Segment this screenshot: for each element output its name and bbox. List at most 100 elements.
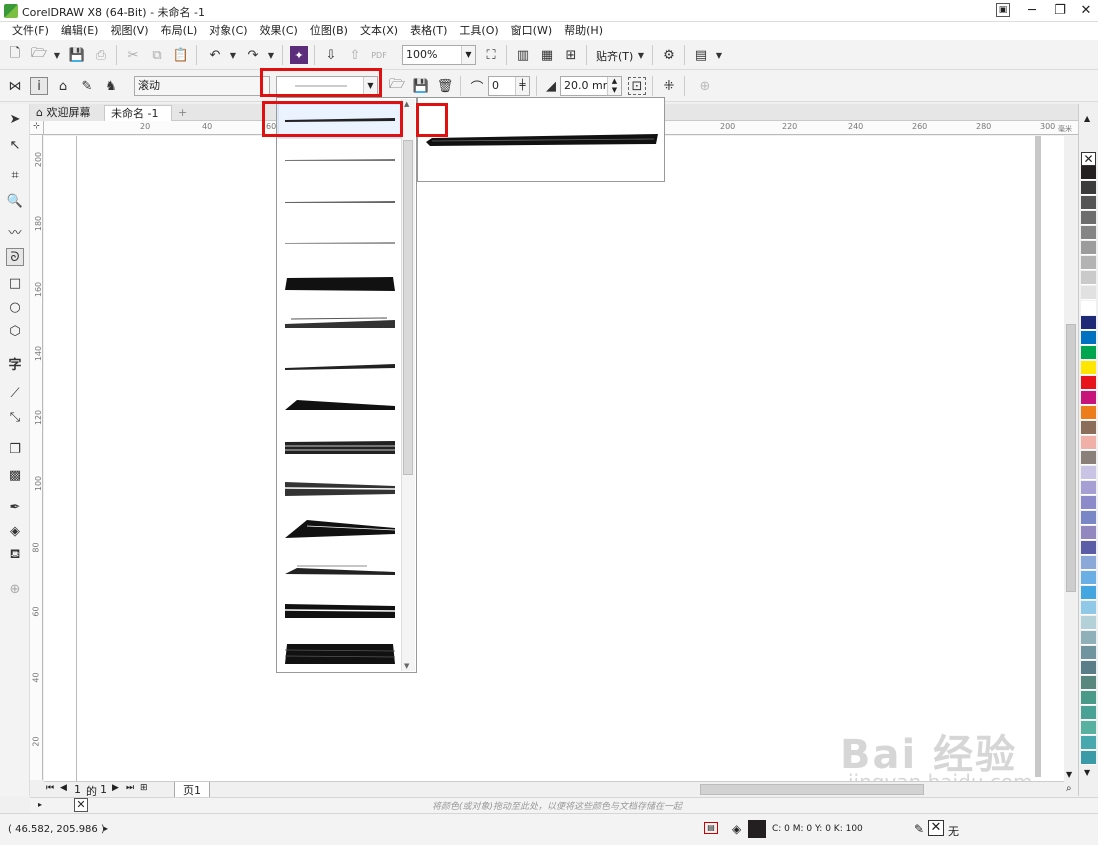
vertical-ruler[interactable]: 200 180 160 140 120 100 80 60 40 20 [30, 135, 43, 780]
color-swatch[interactable] [1081, 601, 1096, 615]
fill-color-swatch[interactable] [748, 820, 766, 838]
tab-document[interactable]: 未命名 -1 [104, 105, 172, 121]
add-tool-icon[interactable]: ⊕ [6, 580, 24, 598]
color-swatch[interactable] [1081, 346, 1096, 360]
drop-shadow-tool-icon[interactable]: ❐ [6, 440, 24, 458]
smoothing-spinner[interactable]: 0 ╪ [488, 76, 530, 96]
save-stroke-icon[interactable]: 💾 [412, 77, 430, 95]
color-swatch[interactable] [1081, 706, 1096, 720]
search-content-icon[interactable]: ✦ [290, 46, 308, 64]
stroke-option-2[interactable] [285, 159, 395, 161]
smart-fill-tool-icon[interactable]: ⛾ [6, 546, 24, 564]
color-swatch[interactable] [1081, 361, 1096, 375]
menu-view[interactable]: 视图(V) [104, 22, 154, 40]
shape-tool-icon[interactable]: ↖ [6, 136, 24, 154]
menu-file[interactable]: 文件(F) [6, 22, 55, 40]
color-swatch[interactable] [1081, 271, 1096, 285]
color-swatch[interactable] [1081, 616, 1096, 630]
open-dropdown-icon[interactable]: ▼ [48, 46, 66, 64]
ellipse-tool-icon[interactable]: ○ [6, 298, 24, 316]
stroke-option-6[interactable] [285, 317, 395, 328]
color-swatch[interactable] [1081, 451, 1096, 465]
color-swatch[interactable] [1081, 571, 1096, 585]
rectangle-tool-icon[interactable]: □ [6, 274, 24, 292]
stroke-width-spinner[interactable]: 20.0 mm ▲ ▼ [560, 76, 622, 96]
color-swatch[interactable] [1081, 736, 1096, 750]
color-proof-icon[interactable]: ▤ [704, 822, 718, 834]
color-swatch[interactable] [1081, 751, 1096, 765]
menu-layout[interactable]: 布局(L) [155, 22, 204, 40]
full-screen-icon[interactable]: ⛶ [482, 46, 500, 64]
pick-tool-icon[interactable]: ➤ [6, 110, 24, 128]
application-launcher-icon[interactable]: ▤ [692, 46, 710, 64]
snap-dropdown-icon[interactable]: ▼ [632, 46, 650, 64]
tab-welcome-screen[interactable]: ⌂ 欢迎屏幕 [30, 105, 104, 121]
new-document-icon[interactable]: 🗋 [6, 46, 24, 64]
menu-table[interactable]: 表格(T) [404, 22, 453, 40]
add-icon[interactable]: ⊕ [696, 77, 714, 95]
stroke-option-3[interactable] [285, 201, 395, 203]
no-color-swatch[interactable]: ✕ [1081, 152, 1096, 166]
color-swatch[interactable] [1081, 166, 1096, 180]
color-swatch[interactable] [1081, 316, 1096, 330]
save-icon[interactable]: 💾 [68, 46, 86, 64]
artistic-media-tool-icon[interactable]: ᘐ [6, 248, 24, 266]
menu-edit[interactable]: 编辑(E) [55, 22, 105, 40]
show-guidelines-icon[interactable]: ⊞ [562, 46, 580, 64]
print-icon[interactable]: ⎙ [92, 46, 110, 64]
sprayer-mode-icon[interactable]: ⌂ [54, 77, 72, 95]
spinner-icon[interactable]: ▲ ▼ [607, 77, 621, 95]
list-scroll-down-icon[interactable]: ▼ [404, 662, 409, 670]
color-swatch[interactable] [1081, 211, 1096, 225]
color-swatch[interactable] [1081, 526, 1096, 540]
no-color-swatch[interactable]: ✕ [74, 798, 88, 812]
export-icon[interactable]: ⇧ [346, 46, 364, 64]
stroke-option-12[interactable] [285, 565, 395, 575]
color-swatch[interactable] [1081, 256, 1096, 270]
color-swatch[interactable] [1081, 376, 1096, 390]
color-swatch[interactable] [1081, 721, 1096, 735]
calligraphic-mode-icon[interactable]: ✎ [78, 77, 96, 95]
stroke-option-4[interactable] [285, 242, 395, 244]
menu-window[interactable]: 窗口(W) [505, 22, 558, 40]
stroke-option-11[interactable] [285, 520, 396, 538]
color-swatch[interactable] [1081, 646, 1096, 660]
last-page-icon[interactable]: ⏭ [126, 783, 134, 793]
color-swatch[interactable] [1081, 241, 1096, 255]
launcher-dropdown-icon[interactable]: ▼ [710, 46, 728, 64]
color-swatch[interactable] [1081, 331, 1096, 345]
redo-icon[interactable]: ↷ [244, 46, 262, 64]
redo-dropdown-icon[interactable]: ▼ [262, 46, 280, 64]
stroke-option-10[interactable] [284, 482, 396, 496]
drawing-canvas[interactable] [44, 136, 1064, 781]
open-icon[interactable]: 🗁 [30, 46, 48, 64]
status-expand-icon[interactable]: ▸ [104, 824, 108, 833]
crop-tool-icon[interactable]: ⌗ [6, 166, 24, 184]
color-swatch[interactable] [1081, 391, 1096, 405]
stroke-list-scroll-thumb[interactable] [403, 140, 413, 475]
polygon-tool-icon[interactable]: ⬡ [6, 322, 24, 340]
paste-icon[interactable]: 📋 [172, 46, 190, 64]
snap-to-menu[interactable]: 贴齐(T) [596, 48, 633, 64]
palette-scroll-down-icon[interactable]: ▼ [1084, 768, 1090, 777]
zoom-tool-icon[interactable]: 🔍 [6, 192, 24, 210]
menu-text[interactable]: 文本(X) [354, 22, 404, 40]
menu-effects[interactable]: 效果(C) [254, 22, 304, 40]
menu-object[interactable]: 对象(C) [203, 22, 253, 40]
color-swatch[interactable] [1081, 436, 1096, 450]
restore-button[interactable]: ❐ [1046, 0, 1074, 22]
zoom-navigator-icon[interactable]: ⌕ [1066, 783, 1072, 794]
color-swatch[interactable] [1081, 661, 1096, 675]
preset-mode-icon[interactable]: ⋈ [6, 77, 24, 95]
options-gear-icon[interactable]: ⚙ [660, 46, 678, 64]
scale-with-object-icon[interactable]: ⊡ [628, 77, 646, 95]
palette-flyout-icon[interactable]: ▸ [38, 800, 42, 809]
color-swatch[interactable] [1081, 466, 1096, 480]
color-swatch[interactable] [1081, 691, 1096, 705]
palette-scroll-up-icon[interactable]: ▲ [1084, 114, 1090, 123]
menu-bitmaps[interactable]: 位图(B) [304, 22, 354, 40]
first-page-icon[interactable]: ⏮ [46, 783, 54, 793]
zoom-level-combo[interactable]: 100% ▼ [402, 45, 476, 65]
brush-mode-icon[interactable]: ⅰ [30, 77, 48, 95]
color-swatch[interactable] [1081, 631, 1096, 645]
